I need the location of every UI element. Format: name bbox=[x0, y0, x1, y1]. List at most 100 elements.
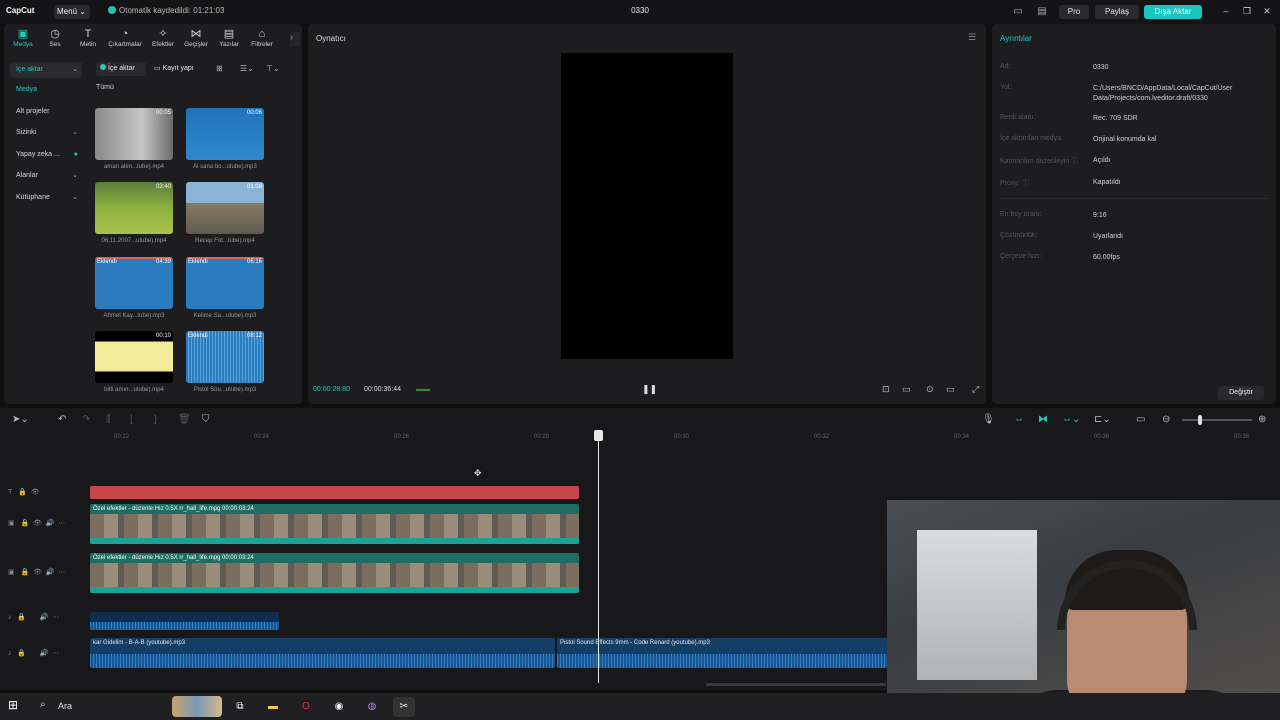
split-right-icon[interactable]: ] bbox=[154, 414, 157, 425]
tick-label: 00:32 bbox=[814, 434, 830, 440]
split-left-icon[interactable]: [ bbox=[130, 414, 133, 425]
sort-icon[interactable]: ☰⌄ bbox=[240, 62, 254, 76]
zoom-slider-handle[interactable] bbox=[1198, 415, 1202, 425]
minimize-icon[interactable]: – bbox=[1219, 4, 1233, 18]
tool-audio[interactable]: ◷ Ses bbox=[38, 28, 72, 52]
media-thumb[interactable]: 00:05 bbox=[95, 108, 173, 160]
time-ruler[interactable]: 00:22 00:24 00:26 00:28 00:30 00:32 00:3… bbox=[90, 432, 1280, 446]
chevron-right-icon[interactable]: › bbox=[290, 32, 300, 46]
detail-value: 60.00fps bbox=[1093, 254, 1120, 261]
split-icon[interactable]: ⫼ bbox=[106, 414, 111, 425]
redo-icon[interactable]: ↷ bbox=[82, 414, 90, 425]
quality-icon[interactable]: ▭ bbox=[902, 384, 911, 395]
zoom-slider[interactable] bbox=[1182, 419, 1252, 421]
crop-icon[interactable]: ⊡ bbox=[882, 384, 890, 395]
detail-label: İçe aktarılan medya: bbox=[1000, 135, 1064, 142]
preview-axis-icon[interactable]: ⊏⌄ bbox=[1094, 414, 1111, 425]
tool-media[interactable]: ▣ Medya bbox=[6, 28, 40, 52]
tool-captions[interactable]: ▤ Yazılar bbox=[212, 28, 246, 52]
media-thumb[interactable]: 03:40 bbox=[95, 182, 173, 234]
grid-view-icon[interactable]: ⊞ bbox=[216, 62, 223, 76]
microphone-icon[interactable]: 🎙 bbox=[982, 414, 995, 425]
sidebar-item-yours[interactable]: Sizinki ⌄ bbox=[10, 125, 82, 141]
video-preview[interactable] bbox=[561, 53, 733, 359]
track-controls[interactable]: ▣ 🔒 👁 🔊 ⋯ bbox=[8, 519, 65, 527]
sidebar-item-spaces[interactable]: Alanlar ⌄ bbox=[10, 168, 82, 184]
task-view-icon[interactable]: ⧉ bbox=[229, 697, 251, 717]
media-name: Ahmet Kay...tube).mp3 bbox=[103, 313, 165, 319]
text-clip[interactable] bbox=[90, 486, 579, 499]
close-icon[interactable]: ✕ bbox=[1260, 4, 1274, 18]
sidebar-item-ai[interactable]: Yapay zeka ... ● bbox=[10, 147, 82, 163]
tool-text[interactable]: T Metin bbox=[71, 28, 105, 52]
video-clip[interactable]: Özel efektler - düzenle Hız 0.5X rr_hall… bbox=[90, 504, 579, 544]
delete-icon[interactable]: 🗑 bbox=[178, 414, 191, 425]
sidebar-item-library[interactable]: Kütüphane ⌄ bbox=[10, 190, 82, 206]
all-filter-label[interactable]: Tümü bbox=[96, 84, 114, 91]
media-thumb[interactable]: 01:08 bbox=[186, 182, 264, 234]
magnet-icon[interactable]: ⧓ bbox=[1038, 414, 1048, 425]
export-button[interactable]: Dışa Aktar bbox=[1144, 5, 1202, 19]
link-icon[interactable]: ⇔ bbox=[1014, 414, 1024, 425]
search-highlight-image[interactable] bbox=[172, 696, 222, 717]
tool-effects[interactable]: ✧ Efektler bbox=[146, 28, 180, 52]
browser-icon[interactable]: ◉ bbox=[328, 697, 350, 717]
menu-icon[interactable]: ☰ bbox=[968, 32, 976, 43]
sidebar-item-media[interactable]: Medya bbox=[16, 86, 37, 93]
change-button[interactable]: Değiştir bbox=[1218, 386, 1264, 400]
clip-caption: Özel efektler - düzenle Hız 0.5X rr_hall… bbox=[90, 504, 579, 514]
horizontal-scrollbar[interactable] bbox=[706, 683, 886, 686]
select-tool-icon[interactable]: ➤⌄ bbox=[12, 414, 29, 425]
taskbar-search[interactable]: Ara bbox=[58, 701, 72, 711]
windows-start-icon[interactable]: ⊞ bbox=[8, 698, 18, 712]
import-button[interactable]: İçe aktar bbox=[96, 62, 146, 76]
pause-icon[interactable]: ❚❚ bbox=[642, 384, 657, 395]
share-button[interactable]: Paylaş bbox=[1095, 5, 1139, 19]
sidebar-item-import[interactable]: İçe aktar ⌄ bbox=[10, 62, 82, 78]
marker-icon[interactable]: ⛉ bbox=[202, 414, 210, 425]
detail-value: 0330 bbox=[1093, 64, 1109, 71]
layout-icon[interactable]: ▭ bbox=[1010, 5, 1026, 19]
media-thumb[interactable]: 00:06 bbox=[186, 108, 264, 160]
tick-label: 00:38 bbox=[1234, 434, 1250, 440]
video-clip[interactable]: Özel efektler - düzenle Hız 0.5X rr_hall… bbox=[90, 553, 579, 593]
snap-icon[interactable]: ⇔⌄ bbox=[1062, 414, 1080, 425]
record-button[interactable]: ▭ Kayıt yapı bbox=[150, 62, 204, 76]
track-controls[interactable]: ▣ 🔒 👁 🔊 ⋯ bbox=[8, 568, 65, 576]
taskbar: ⊞ ⌕ Ara ⧉ ▬ O ◉ ◍ ✂ bbox=[0, 693, 1280, 720]
transition-icon: ⋈ bbox=[190, 28, 202, 40]
media-thumb[interactable]: Eklendi 06:16 bbox=[186, 257, 264, 309]
tool-filters[interactable]: ⌂ Filtreler bbox=[245, 28, 279, 52]
divider bbox=[1000, 198, 1268, 199]
maximize-icon[interactable]: ❐ bbox=[1240, 4, 1254, 18]
media-thumb[interactable]: Eklendi 08:12 bbox=[186, 331, 264, 383]
media-thumb[interactable]: 00:10 bbox=[95, 331, 173, 383]
discord-icon[interactable]: ◍ bbox=[361, 697, 383, 717]
snapshot-icon[interactable]: ⊙ bbox=[926, 384, 934, 395]
pro-button[interactable]: Pro bbox=[1059, 5, 1089, 19]
search-icon[interactable]: ⌕ bbox=[40, 699, 46, 710]
zoom-in-icon[interactable]: ⊕ bbox=[1258, 414, 1266, 425]
track-controls[interactable]: ♪ 🔒 🔊 ⋯ bbox=[8, 613, 59, 621]
tool-transitions[interactable]: ⋈ Geçişler bbox=[179, 28, 213, 52]
audio-clip[interactable]: Pistol Sound Effects 9mm - Code Renard (… bbox=[557, 638, 887, 668]
undo-icon[interactable]: ↶ bbox=[58, 414, 66, 425]
zoom-out-icon[interactable]: ⊖ bbox=[1162, 414, 1170, 425]
filter-icon[interactable]: ⊤⌄ bbox=[266, 62, 280, 76]
shortcuts-icon[interactable]: ▤ bbox=[1034, 5, 1050, 19]
tool-stickers[interactable]: ◔ Çıkartmalar bbox=[108, 28, 142, 52]
track-controls[interactable]: T 🔒 👁 bbox=[8, 488, 40, 496]
track-controls[interactable]: ♪ 🔒 🔊 ⋯ bbox=[8, 649, 59, 657]
audio-clip[interactable]: kar Gidelim - B-A-B (youtube).mp3 bbox=[90, 638, 555, 668]
audio-clip[interactable] bbox=[90, 612, 279, 630]
media-thumb[interactable]: Eklendi 04:39 bbox=[95, 257, 173, 309]
playhead[interactable] bbox=[598, 433, 599, 683]
file-explorer-icon[interactable]: ▬ bbox=[262, 697, 284, 717]
fullscreen-icon[interactable]: ⤢ bbox=[972, 384, 979, 395]
tick-label: 00:30 bbox=[674, 434, 690, 440]
capcut-taskbar-icon[interactable]: ✂ bbox=[393, 697, 415, 717]
opera-icon[interactable]: O bbox=[295, 697, 317, 717]
sidebar-item-subprojects[interactable]: Alt projeler bbox=[16, 108, 49, 115]
caption-icon[interactable]: ▭ bbox=[1136, 414, 1145, 425]
ratio-icon[interactable]: ▭ bbox=[946, 384, 955, 395]
